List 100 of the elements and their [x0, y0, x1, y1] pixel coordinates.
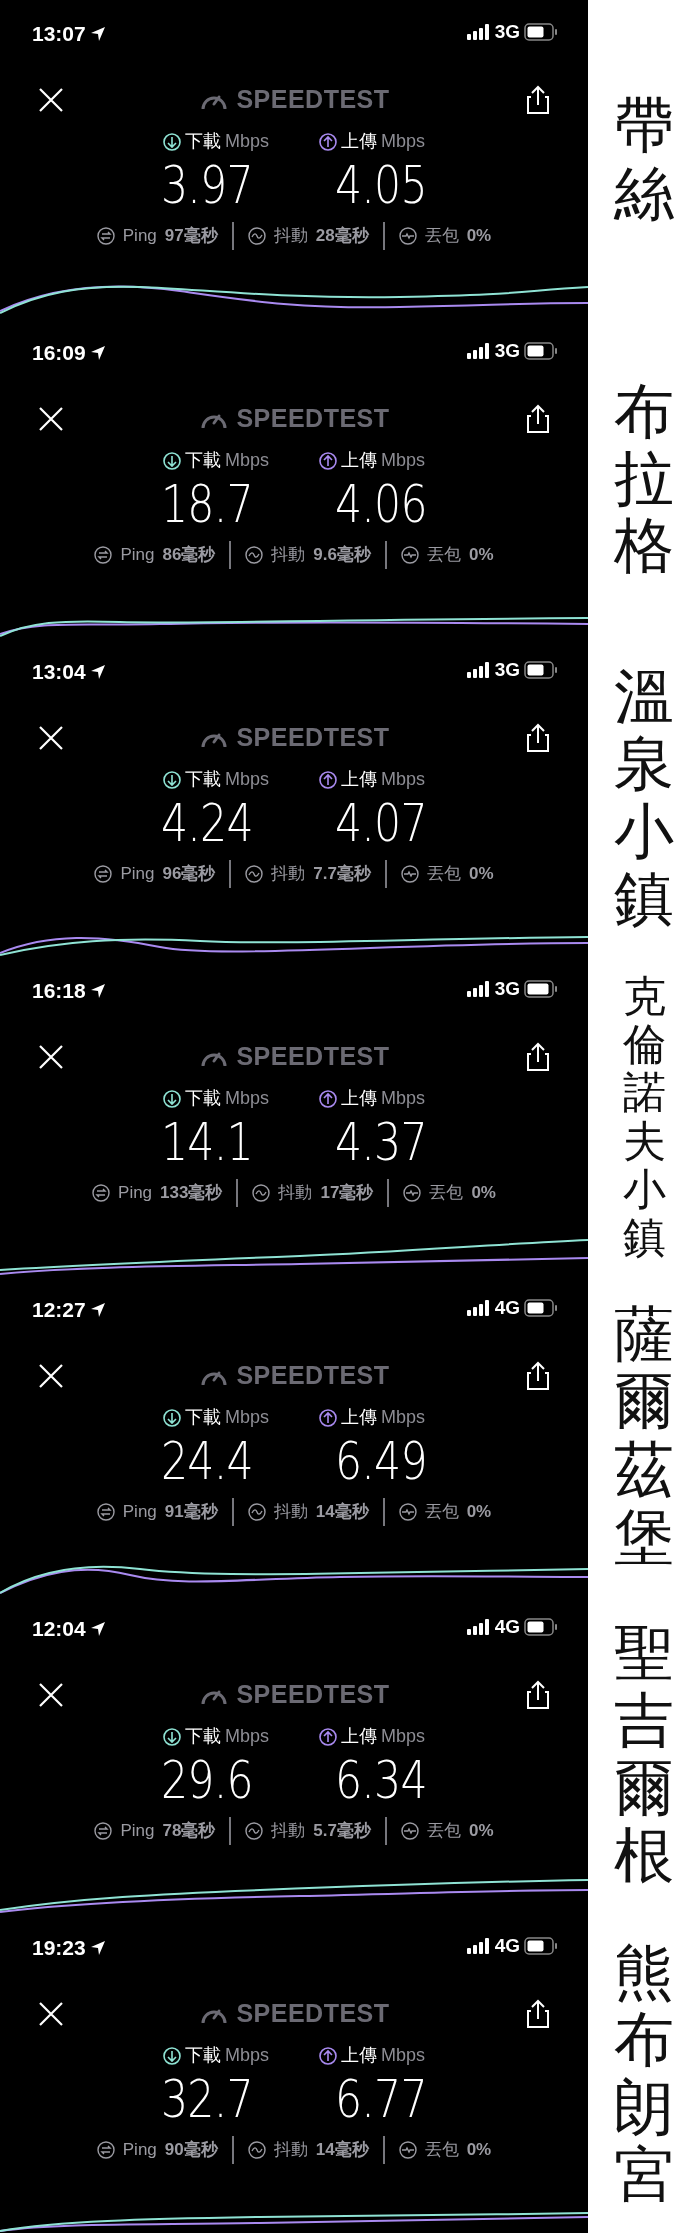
battery-icon — [524, 1618, 558, 1637]
ping-icon — [96, 227, 115, 246]
network-type: 4G — [494, 1296, 520, 1320]
signal-bars-icon — [466, 981, 491, 998]
upload-icon — [319, 1727, 337, 1746]
packet-loss-value: 0% — [471, 1182, 496, 1205]
battery-icon — [524, 342, 558, 361]
jitter-label: 抖動 — [271, 1820, 306, 1843]
download-speed: 32.7 — [161, 2071, 253, 2129]
download-icon — [163, 1727, 181, 1746]
share-icon[interactable] — [526, 1999, 550, 2029]
battery-icon — [524, 661, 558, 680]
jitter-icon — [245, 865, 264, 884]
upload-icon — [319, 132, 337, 151]
packet-loss-label: 丟包 — [424, 225, 459, 248]
packet-loss-value: 0% — [466, 2139, 492, 2162]
signal-bars-icon — [466, 343, 491, 360]
jitter-icon — [245, 1822, 264, 1841]
jitter-value: 28毫秒 — [315, 225, 369, 248]
jitter-label: 抖動 — [278, 1182, 313, 1205]
share-icon[interactable] — [526, 1042, 550, 1072]
close-icon[interactable] — [38, 406, 64, 432]
packet-loss-value: 0% — [466, 1501, 492, 1524]
upload-label: 上傳 — [341, 1087, 377, 1110]
unit-label: Mbps — [225, 2044, 269, 2067]
close-icon[interactable] — [38, 725, 64, 751]
unit-label: Mbps — [225, 1725, 269, 1748]
download-icon — [163, 132, 181, 151]
download-speed: 18.7 — [161, 476, 253, 534]
ping-value: 97毫秒 — [164, 225, 218, 248]
upload-speed: 4.06 — [335, 476, 427, 534]
packet-loss-label: 丟包 — [427, 863, 461, 886]
location-caption: 熊布朗宮 — [614, 1939, 674, 2208]
close-icon[interactable] — [38, 1044, 64, 1070]
ping-label: Ping — [122, 225, 157, 248]
upload-icon — [319, 451, 337, 470]
app-logo: SPEEDTEST — [236, 84, 390, 116]
ping-label: Ping — [120, 863, 155, 886]
upload-speed: 6.49 — [335, 1433, 427, 1491]
close-icon[interactable] — [38, 1682, 64, 1708]
upload-icon — [319, 1089, 337, 1108]
upload-speed: 4.37 — [335, 1114, 427, 1172]
packet-loss-label: 丟包 — [427, 1820, 461, 1843]
jitter-value: 17毫秒 — [320, 1182, 374, 1205]
network-type: 4G — [494, 1615, 520, 1639]
ping-value: 96毫秒 — [162, 863, 216, 886]
app-logo: SPEEDTEST — [236, 1360, 390, 1392]
jitter-icon — [245, 546, 264, 565]
packet-loss-label: 丟包 — [427, 544, 461, 567]
location-arrow-icon — [89, 25, 106, 42]
upload-label: 上傳 — [341, 449, 377, 472]
share-icon[interactable] — [526, 1361, 550, 1391]
location-arrow-icon — [89, 1620, 106, 1637]
status-time: 13:04 — [32, 659, 86, 685]
location-caption: 克倫諾夫小鎮 — [622, 972, 666, 1261]
unit-label: Mbps — [381, 1087, 425, 1110]
ping-value: 90毫秒 — [164, 2139, 218, 2162]
upload-label: 上傳 — [341, 130, 377, 153]
unit-label: Mbps — [381, 1725, 425, 1748]
location-arrow-icon — [89, 1939, 106, 1956]
download-speed: 4.24 — [161, 795, 253, 853]
location-caption: 布拉格 — [614, 377, 674, 580]
packet-loss-value: 0% — [469, 863, 494, 886]
ping-label: Ping — [118, 1182, 153, 1205]
download-speed: 14.1 — [161, 1114, 253, 1172]
share-icon[interactable] — [526, 85, 550, 115]
close-icon[interactable] — [38, 2001, 64, 2027]
location-caption: 帶絲 — [614, 92, 674, 227]
ping-value: 133毫秒 — [160, 1182, 223, 1205]
location-arrow-icon — [89, 344, 106, 361]
ping-label: Ping — [120, 1820, 155, 1843]
location-arrow-icon — [89, 982, 106, 999]
download-label: 下載 — [185, 130, 221, 153]
download-label: 下載 — [185, 768, 221, 791]
close-icon[interactable] — [38, 87, 64, 113]
share-icon[interactable] — [526, 1680, 550, 1710]
packet-loss-label: 丟包 — [424, 2139, 459, 2162]
packet-loss-icon — [401, 1822, 419, 1841]
location-caption: 聖吉爾根 — [614, 1620, 674, 1889]
unit-label: Mbps — [381, 130, 425, 153]
status-time: 16:09 — [32, 340, 86, 366]
app-logo: SPEEDTEST — [236, 1041, 390, 1073]
upload-speed: 6.77 — [335, 2071, 427, 2129]
packet-loss-value: 0% — [469, 544, 494, 567]
unit-label: Mbps — [225, 1406, 269, 1429]
status-time: 19:23 — [32, 1935, 86, 1961]
unit-label: Mbps — [381, 768, 425, 791]
share-icon[interactable] — [526, 723, 550, 753]
download-label: 下載 — [185, 2044, 221, 2067]
upload-label: 上傳 — [341, 768, 377, 791]
share-icon[interactable] — [526, 404, 550, 434]
status-time: 12:04 — [32, 1616, 86, 1642]
ping-icon — [96, 2141, 115, 2160]
jitter-label: 抖動 — [271, 544, 306, 567]
packet-loss-label: 丟包 — [424, 1501, 459, 1524]
download-speed: 3.97 — [161, 157, 253, 215]
app-logo: SPEEDTEST — [236, 1998, 390, 2030]
network-type: 3G — [494, 658, 520, 682]
jitter-value: 9.6毫秒 — [313, 544, 371, 567]
close-icon[interactable] — [38, 1363, 64, 1389]
